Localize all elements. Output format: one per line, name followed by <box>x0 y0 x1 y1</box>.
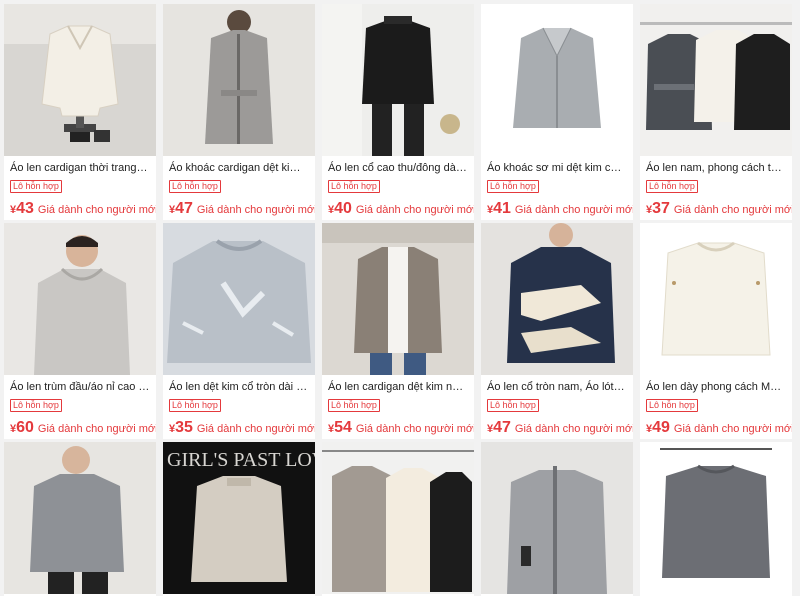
product-image[interactable] <box>322 442 474 594</box>
product-price: 40 <box>334 200 352 217</box>
product-image[interactable] <box>4 442 156 594</box>
price-row: ¥47Giá dành cho người mới đến <box>163 198 315 220</box>
new-user-promo: Giá dành cho người mới đến <box>514 423 633 435</box>
product-image[interactable] <box>640 4 792 156</box>
mixed-lot-badge: Lô hỗn hợp <box>487 399 539 412</box>
new-user-promo: Giá dành cho người mới đến <box>37 204 156 216</box>
product-price: 37 <box>652 200 670 217</box>
product-image[interactable] <box>322 223 474 375</box>
product-card[interactable]: Áo len trùm đầu/áo nỉ cao cấp nam Lô hỗn… <box>4 223 156 439</box>
mixed-lot-badge: Lô hỗn hợp <box>646 399 698 412</box>
product-price: 54 <box>334 419 352 436</box>
new-user-promo: Giá dành cho người mới đến <box>355 423 474 435</box>
new-user-promo: Giá dành cho người mới đến <box>196 423 315 435</box>
product-card[interactable] <box>481 442 633 596</box>
product-title[interactable]: Áo len dày phong cách Mỹ dành cho nam <box>640 379 792 395</box>
product-title[interactable]: Áo len dệt kim cổ tròn dài tay in <box>163 379 315 395</box>
product-title[interactable]: Áo len cardigan dệt kim nam 2023 <box>322 379 474 395</box>
mixed-lot-badge: Lô hỗn hợp <box>169 180 221 193</box>
price-row: ¥41Giá dành cho người mới đến <box>481 198 633 220</box>
product-title[interactable]: Áo len trùm đầu/áo nỉ cao cấp nam <box>4 379 156 395</box>
product-title[interactable]: Áo khoác sơ mi dệt kim cổ xanh <box>481 160 633 176</box>
product-image[interactable] <box>163 223 315 375</box>
product-title[interactable]: Áo len cổ cao thu/đông dành cho nam <box>322 160 474 176</box>
product-card[interactable]: Áo len dệt kim cổ tròn dài tay in Lô hỗn… <box>163 223 315 439</box>
new-user-promo: Giá dành cho người mới đến <box>673 423 792 435</box>
product-image[interactable] <box>481 4 633 156</box>
product-title[interactable]: Áo khoác cardigan dệt kim có khóa <box>163 160 315 176</box>
product-title[interactable]: Áo len nam, phong cách thu đông <box>640 160 792 176</box>
product-price: 41 <box>493 200 511 217</box>
product-card[interactable]: GIRL'S PAST LOV <box>163 442 315 596</box>
product-title[interactable]: Áo len cổ tròn nam, Áo lót thời trang <box>481 379 633 395</box>
product-card[interactable]: Áo len cổ cao thu/đông dành cho nam Lô h… <box>322 4 474 220</box>
product-image[interactable] <box>4 4 156 156</box>
product-card[interactable]: Áo len cardigan thời trang phong cách Lô… <box>4 4 156 220</box>
product-card[interactable]: Áo khoác cardigan dệt kim có khóa Lô hỗn… <box>163 4 315 220</box>
product-image-text: GIRL'S PAST LOV <box>167 449 315 471</box>
mixed-lot-badge: Lô hỗn hợp <box>487 180 539 193</box>
mixed-lot-badge: Lô hỗn hợp <box>646 180 698 193</box>
product-image[interactable] <box>4 223 156 375</box>
product-image[interactable] <box>163 4 315 156</box>
mixed-lot-badge: Lô hỗn hợp <box>328 180 380 193</box>
new-user-promo: Giá dành cho người mới đến <box>196 204 315 216</box>
new-user-promo: Giá dành cho người mới đến <box>37 423 156 435</box>
product-image[interactable] <box>481 223 633 375</box>
price-row: ¥43Giá dành cho người mới đến <box>4 198 156 220</box>
price-row: ¥60Giá dành cho người mới đến <box>4 417 156 439</box>
mixed-lot-badge: Lô hỗn hợp <box>10 399 62 412</box>
product-price: 43 <box>16 200 34 217</box>
product-price: 47 <box>493 419 511 436</box>
product-card[interactable] <box>640 442 792 596</box>
price-row: ¥54Giá dành cho người mới đến <box>322 417 474 439</box>
product-card[interactable]: Áo len nam, phong cách thu đông Lô hỗn h… <box>640 4 792 220</box>
price-row: ¥49Giá dành cho người mới đến <box>640 417 792 439</box>
product-card[interactable]: Áo khoác sơ mi dệt kim cổ xanh Lô hỗn hợ… <box>481 4 633 220</box>
product-title[interactable]: Áo len cardigan thời trang phong cách <box>4 160 156 176</box>
product-grid: Áo len cardigan thời trang phong cách Lô… <box>0 0 800 596</box>
product-price: 60 <box>16 419 34 436</box>
product-price: 47 <box>175 200 193 217</box>
mixed-lot-badge: Lô hỗn hợp <box>10 180 62 193</box>
price-row: ¥35Giá dành cho người mới đến <box>163 417 315 439</box>
product-image[interactable] <box>322 4 474 156</box>
product-price: 35 <box>175 419 193 436</box>
product-card[interactable]: Áo len cardigan dệt kim nam 2023 Lô hỗn … <box>322 223 474 439</box>
price-row: ¥40Giá dành cho người mới đến <box>322 198 474 220</box>
price-row: ¥37Giá dành cho người mới đến <box>640 198 792 220</box>
new-user-promo: Giá dành cho người mới đến <box>355 204 474 216</box>
new-user-promo: Giá dành cho người mới đến <box>673 204 792 216</box>
product-image[interactable] <box>481 442 633 594</box>
mixed-lot-badge: Lô hỗn hợp <box>169 399 221 412</box>
product-image[interactable]: GIRL'S PAST LOV <box>163 442 315 594</box>
product-card[interactable] <box>322 442 474 596</box>
product-image[interactable] <box>640 442 792 594</box>
product-price: 49 <box>652 419 670 436</box>
price-row: ¥47Giá dành cho người mới đến <box>481 417 633 439</box>
product-card[interactable]: Áo len cổ tròn nam, Áo lót thời trang Lô… <box>481 223 633 439</box>
mixed-lot-badge: Lô hỗn hợp <box>328 399 380 412</box>
product-card[interactable] <box>4 442 156 596</box>
product-card[interactable]: Áo len dày phong cách Mỹ dành cho nam Lô… <box>640 223 792 439</box>
new-user-promo: Giá dành cho người mới đến <box>514 204 633 216</box>
product-image[interactable] <box>640 223 792 375</box>
